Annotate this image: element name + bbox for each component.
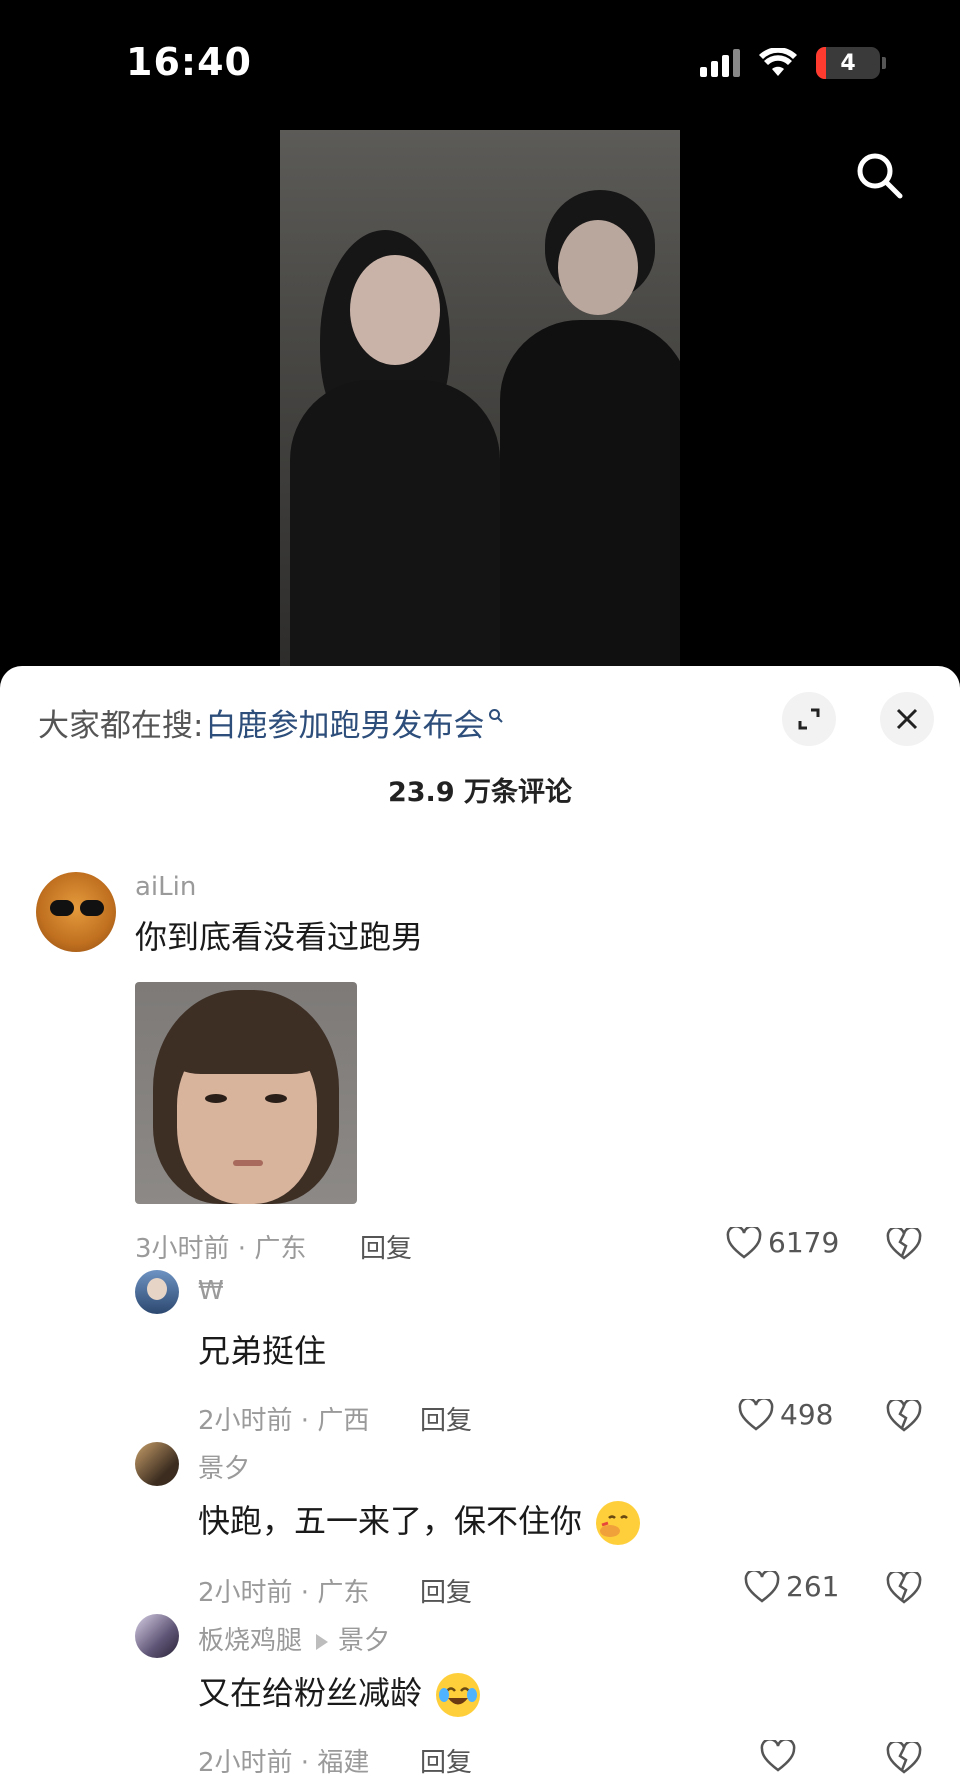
- comment-text-row: 快跑，五一来了，保不住你: [198, 1496, 641, 1545]
- broken-heart-icon: [886, 1398, 922, 1432]
- sunglasses-left: [50, 900, 74, 916]
- broken-heart-icon: [886, 1226, 922, 1260]
- search-button[interactable]: [852, 148, 908, 204]
- comment-sheet: 大家都在搜: 白鹿参加跑男发布会 23.9 万条评论 aiLin 你到底看没看过…: [0, 666, 960, 1780]
- dislike-button[interactable]: [886, 1570, 922, 1608]
- like-button[interactable]: 6179: [726, 1226, 839, 1259]
- comment-username[interactable]: ₩: [198, 1276, 224, 1306]
- image-eye-left: [205, 1094, 227, 1103]
- comment-text: 你到底看没看过跑男: [135, 918, 424, 956]
- broken-heart-icon: [886, 1570, 922, 1604]
- video-figure-right: [500, 320, 680, 680]
- comment-meta: 2小时前 · 广东: [198, 1578, 370, 1608]
- like-count: 6179: [768, 1226, 840, 1259]
- battery-level: 4: [840, 50, 856, 76]
- trending-query-link[interactable]: 白鹿参加跑男发布会: [205, 700, 484, 745]
- signal-icon: [700, 49, 740, 77]
- comment-image[interactable]: [135, 982, 357, 1204]
- avatar[interactable]: [36, 872, 116, 952]
- tears-of-joy-emoji-icon: [436, 1673, 481, 1717]
- video-figure-right-face: [558, 220, 638, 315]
- search-icon: [857, 153, 903, 199]
- expand-icon: [798, 708, 820, 730]
- reply-to-username[interactable]: 景夕: [338, 1626, 390, 1656]
- avatar[interactable]: [135, 1442, 179, 1486]
- trending-search[interactable]: 大家都在搜: 白鹿参加跑男发布会: [38, 700, 504, 745]
- status-icons: 4: [700, 46, 886, 80]
- dislike-button[interactable]: [886, 1398, 922, 1436]
- comment-text-row: 又在给粉丝减龄: [198, 1668, 481, 1717]
- reply-button[interactable]: 回复: [420, 1742, 472, 1779]
- reply-button[interactable]: 回复: [420, 1400, 472, 1437]
- status-time: 16:40: [126, 40, 252, 84]
- heart-icon: [744, 1570, 780, 1603]
- close-icon: [896, 708, 918, 730]
- image-mouth: [233, 1160, 263, 1166]
- battery-icon: 4: [816, 47, 886, 79]
- like-button[interactable]: [760, 1740, 802, 1772]
- reply-button[interactable]: 回复: [420, 1572, 472, 1609]
- avatar-face: [147, 1278, 167, 1300]
- heart-icon: [760, 1740, 796, 1772]
- sunglasses-right: [80, 900, 104, 916]
- video-player[interactable]: [280, 130, 680, 680]
- like-button[interactable]: 498: [738, 1398, 833, 1431]
- comment-meta: 2小时前 · 广西: [198, 1406, 370, 1436]
- reply-arrow-icon: [316, 1633, 329, 1650]
- trending-label: 大家都在搜:: [38, 708, 204, 744]
- wifi-icon: [759, 48, 797, 76]
- comment-username[interactable]: 景夕: [198, 1448, 250, 1485]
- like-count: 261: [786, 1570, 840, 1603]
- search-small-icon: [489, 708, 504, 723]
- dislike-button[interactable]: [886, 1226, 922, 1264]
- image-bangs: [171, 1002, 321, 1074]
- heart-icon: [738, 1398, 774, 1431]
- avatar[interactable]: [135, 1270, 179, 1314]
- video-figure-left: [290, 380, 500, 680]
- comment-username[interactable]: 板烧鸡腿: [198, 1626, 302, 1656]
- comment-meta: 3小时前 · 广东: [135, 1234, 307, 1264]
- reply-button[interactable]: 回复: [360, 1228, 412, 1265]
- comment-text: 快跑，五一来了，保不住你: [198, 1502, 583, 1540]
- comment-meta: 2小时前 · 福建: [198, 1748, 370, 1778]
- like-button[interactable]: 261: [744, 1570, 839, 1603]
- video-area: 16:40 4: [0, 0, 960, 680]
- comment-username-row: 板烧鸡腿 景夕: [198, 1620, 390, 1657]
- broken-heart-icon: [886, 1740, 922, 1774]
- like-count: 498: [780, 1398, 834, 1431]
- video-figure-left-face: [350, 255, 440, 365]
- comment-text: 又在给粉丝减龄: [198, 1674, 423, 1712]
- dislike-button[interactable]: [886, 1740, 922, 1778]
- comment-text: 兄弟挺住: [198, 1332, 327, 1370]
- heart-icon: [726, 1226, 762, 1259]
- close-button[interactable]: [880, 692, 934, 746]
- avatar[interactable]: [135, 1614, 179, 1658]
- comment-count: 23.9 万条评论: [387, 777, 573, 808]
- image-eye-right: [265, 1094, 287, 1103]
- hand-over-mouth-emoji-icon: [596, 1501, 641, 1545]
- comment-username[interactable]: aiLin: [135, 872, 196, 902]
- expand-button[interactable]: [782, 692, 836, 746]
